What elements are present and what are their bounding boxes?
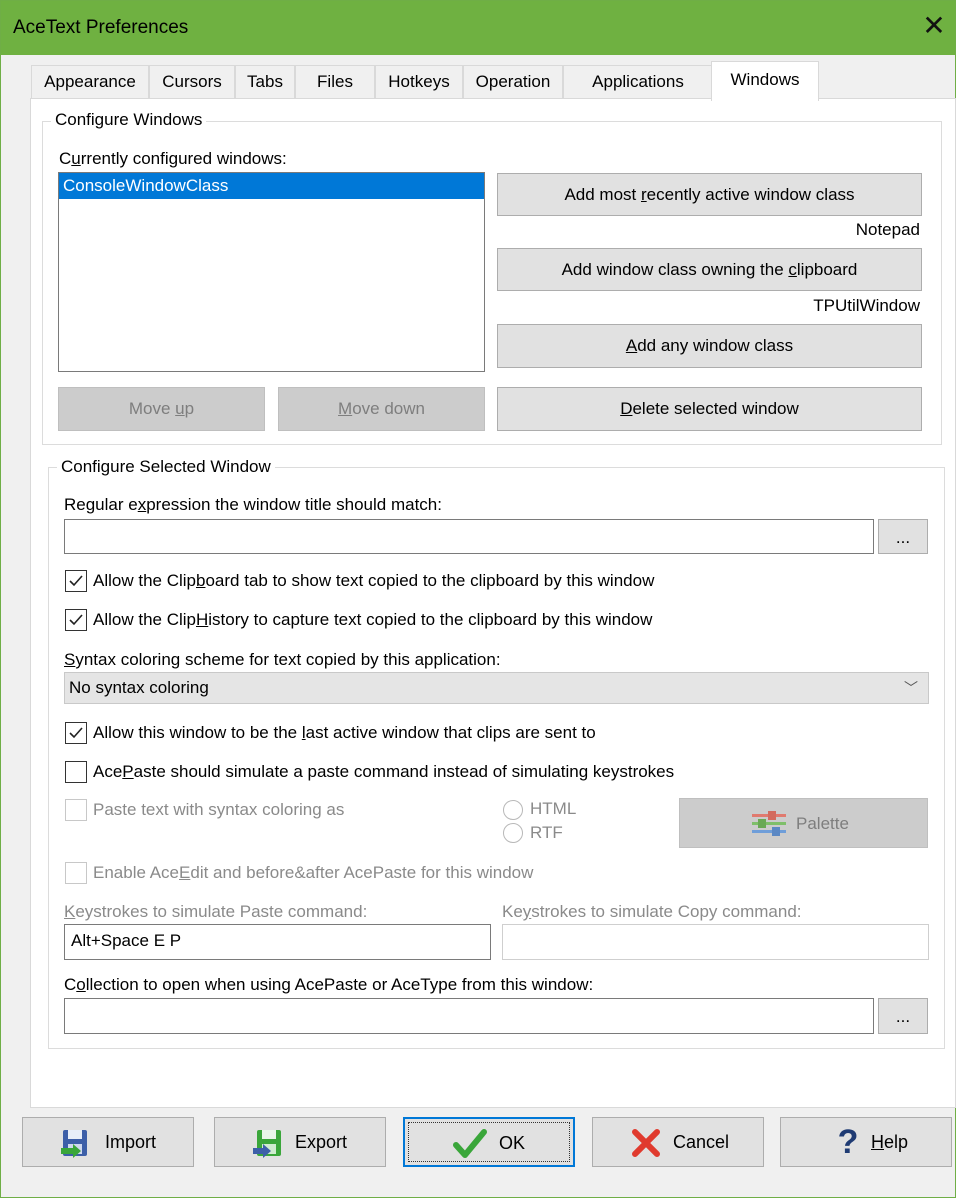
list-item[interactable]: ConsoleWindowClass [59, 173, 484, 199]
chevron-down-icon: ﹀ [904, 680, 918, 696]
copy-keystrokes-input[interactable] [502, 924, 929, 960]
html-radio-label: HTML [530, 799, 577, 818]
help-button[interactable]: ? Help [780, 1117, 952, 1167]
check-icon [69, 727, 83, 739]
import-label: Import [105, 1132, 157, 1152]
add-recent-window-button[interactable]: Add most recently active window class [497, 173, 922, 216]
export-icon [253, 1130, 281, 1158]
check-icon [69, 614, 83, 626]
export-button[interactable]: Export [214, 1117, 386, 1167]
preferences-dialog: AceText Preferences ✕ Appearance Cursors… [0, 0, 956, 1198]
copy-keystrokes-label: Keystrokes to simulate Copy command: [502, 902, 802, 921]
paste-keystrokes-input[interactable]: Alt+Space E P [64, 924, 491, 960]
configured-windows-list[interactable]: ConsoleWindowClass [58, 172, 485, 372]
ok-label: OK [499, 1133, 526, 1153]
cancel-label: Cancel [673, 1132, 730, 1152]
move-down-button[interactable]: Move down [278, 387, 485, 431]
cancel-x-icon [632, 1129, 660, 1157]
syntax-scheme-label: Syntax coloring scheme for text copied b… [64, 650, 501, 669]
tab-tabs[interactable]: Tabs [235, 65, 295, 99]
focus-rect [408, 1122, 570, 1162]
move-up-button[interactable]: Move up [58, 387, 265, 431]
clipboard-owner-class-text: TPUtilWindow [813, 296, 920, 315]
title-bar: AceText Preferences ✕ [1, 1, 955, 55]
tab-files[interactable]: Files [295, 65, 375, 99]
close-icon[interactable]: ✕ [919, 9, 949, 43]
acepaste-simulate-checkbox[interactable] [65, 761, 87, 783]
import-icon [61, 1130, 87, 1158]
ok-button[interactable]: OK [403, 1117, 575, 1167]
configured-windows-label: Currently configured windows: [59, 149, 287, 168]
configure-selected-group [48, 467, 945, 1049]
regex-input[interactable] [64, 519, 874, 554]
acepaste-simulate-label: AcePaste should simulate a paste command… [93, 762, 675, 781]
cancel-button[interactable]: Cancel [592, 1117, 764, 1167]
regex-label: Regular expression the window title shou… [64, 495, 442, 514]
paste-keystrokes-label: Keystrokes to simulate Paste command: [64, 902, 368, 921]
collection-browse-button[interactable]: ... [878, 998, 928, 1034]
tab-applications[interactable]: Applications [563, 65, 713, 99]
window-title: AceText Preferences [13, 17, 189, 38]
palette-label: Palette [796, 814, 849, 833]
clipboard-tab-checkbox[interactable] [65, 570, 87, 592]
check-icon [69, 575, 83, 587]
cliphistory-checkbox[interactable] [65, 609, 87, 631]
export-label: Export [295, 1132, 348, 1152]
last-active-checkbox[interactable] [65, 722, 87, 744]
add-clipboard-owner-button[interactable]: Add window class owning the clipboard [497, 248, 922, 291]
html-radio[interactable] [503, 800, 523, 820]
rtf-radio[interactable] [503, 823, 523, 843]
regex-browse-button[interactable]: ... [878, 519, 928, 554]
last-active-label: Allow this window to be the last active … [93, 723, 596, 742]
tab-windows[interactable]: Windows [711, 61, 819, 101]
syntax-scheme-select[interactable]: No syntax coloring ﹀ [64, 672, 929, 704]
palette-button[interactable]: Palette [679, 798, 928, 848]
enable-aceedit-checkbox[interactable] [65, 862, 87, 884]
configure-selected-title: Configure Selected Window [57, 457, 275, 477]
cliphistory-label: Allow the ClipHistory to capture text co… [93, 610, 653, 629]
recent-window-class-text: Notepad [855, 220, 920, 239]
tab-appearance[interactable]: Appearance [31, 65, 149, 99]
configure-windows-title: Configure Windows [51, 110, 207, 130]
help-question-icon: ? [837, 1123, 859, 1161]
tab-operation[interactable]: Operation [463, 65, 563, 99]
paste-syntax-checkbox[interactable] [65, 799, 87, 821]
import-button[interactable]: Import [22, 1117, 194, 1167]
clipboard-tab-label: Allow the Clipboard tab to show text cop… [93, 571, 655, 590]
palette-icon [752, 811, 786, 836]
checkmark-icon [453, 1129, 487, 1158]
enable-aceedit-label: Enable AceEdit and before&after AcePaste… [93, 863, 534, 882]
rtf-radio-label: RTF [530, 823, 563, 842]
tab-cursors[interactable]: Cursors [149, 65, 235, 99]
add-any-window-button[interactable]: Add any window class [497, 324, 922, 368]
paste-syntax-label: Paste text with syntax coloring as [93, 800, 345, 819]
syntax-scheme-value: No syntax coloring [69, 678, 209, 697]
tab-hotkeys[interactable]: Hotkeys [375, 65, 463, 99]
help-label: Help [871, 1132, 909, 1152]
collection-input[interactable] [64, 998, 874, 1034]
delete-window-button[interactable]: Delete selected window [497, 387, 922, 431]
collection-label: Collection to open when using AcePaste o… [64, 975, 594, 994]
